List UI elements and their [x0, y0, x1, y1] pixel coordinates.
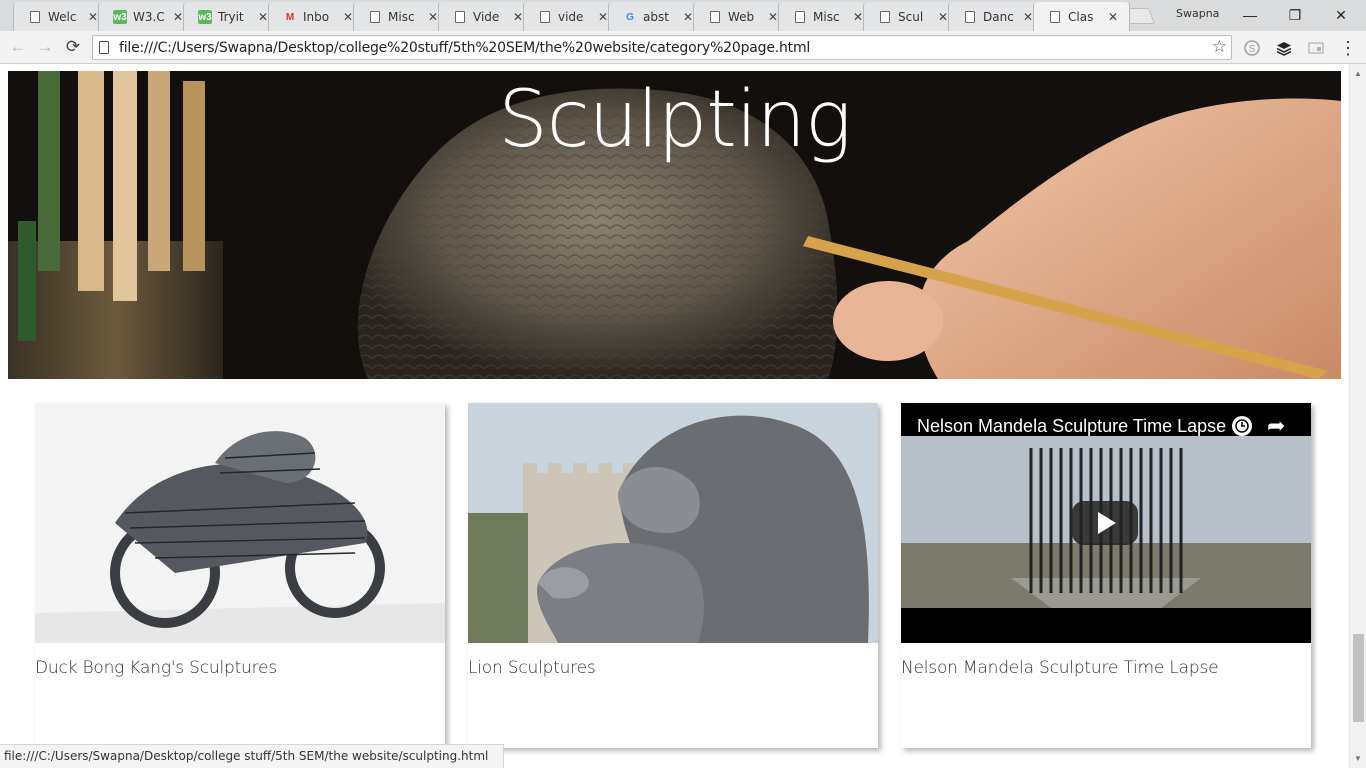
motorcycle-sculpture-image[interactable]	[35, 403, 445, 643]
page-icon	[99, 41, 109, 54]
page-icon	[28, 10, 42, 24]
tab-close-icon[interactable]: ✕	[1106, 10, 1120, 24]
tab-12[interactable]: Danc ✕	[948, 2, 1045, 31]
tab-13[interactable]: Clas ✕	[1033, 2, 1130, 31]
bookmark-star-icon[interactable]: ☆	[1212, 37, 1227, 57]
page-icon	[793, 10, 807, 24]
tab-6[interactable]: Vide ✕	[438, 2, 535, 31]
page-scrollbar[interactable]: ▲ ▼	[1349, 64, 1366, 768]
tab-8[interactable]: Gabst ✕	[608, 2, 705, 31]
watch-later-icon[interactable]	[1232, 416, 1252, 436]
tab-title: Inbo	[303, 10, 330, 24]
scroll-up-arrow-icon[interactable]: ▲	[1354, 69, 1362, 78]
page-icon	[963, 10, 977, 24]
browser-toolbar: ← → ⟳ file:///C:/Users/Swapna/Desktop/co…	[0, 31, 1366, 64]
page-icon	[878, 10, 892, 24]
cast-icon[interactable]	[1306, 38, 1326, 58]
scroll-down-arrow-icon[interactable]: ▼	[1354, 754, 1362, 763]
card-lion-sculptures[interactable]: Lion Sculptures	[468, 403, 878, 748]
w3schools-icon: w3	[113, 10, 127, 24]
play-button[interactable]	[1072, 501, 1138, 545]
reload-button[interactable]: ⟳	[61, 36, 85, 58]
menu-icon[interactable]: ⋮	[1338, 38, 1358, 58]
skype-icon[interactable]: S	[1242, 38, 1262, 58]
share-icon[interactable]: ➦	[1267, 413, 1285, 439]
tab-3[interactable]: w3 Tryit ✕	[183, 2, 280, 31]
play-icon	[1098, 512, 1116, 534]
w3schools-icon: w3	[198, 10, 212, 24]
tab-title: Clas	[1068, 10, 1094, 24]
card-duck-bong-kang[interactable]: Duck Bong Kang's Sculptures	[35, 403, 445, 748]
minimize-button[interactable]: —	[1227, 0, 1273, 30]
page-viewport: Sculpting Duck Bong Kang's Sculptures Li…	[0, 64, 1349, 768]
tab-title: Misc	[813, 10, 840, 24]
video-title[interactable]: Nelson Mandela Sculpture Time Lapse	[917, 416, 1226, 437]
restore-button[interactable]: ❐	[1272, 0, 1318, 30]
url-text[interactable]: file:///C:/Users/Swapna/Desktop/college%…	[119, 40, 810, 56]
tab-10[interactable]: Misc ✕	[778, 2, 875, 31]
layers-icon[interactable]	[1274, 38, 1294, 58]
page-icon	[538, 10, 552, 24]
tab-title: Vide	[473, 10, 500, 24]
page-icon	[368, 10, 382, 24]
tab-title: abst	[643, 10, 669, 24]
page-icon	[453, 10, 467, 24]
card-nelson-mandela-video[interactable]: Nelson Mandela Sculpture Time Lapse ➦ Ne…	[901, 403, 1311, 748]
lion-sculpture-image[interactable]	[468, 403, 878, 643]
tab-title: Misc	[388, 10, 415, 24]
page-icon	[1048, 10, 1062, 24]
video-player[interactable]: Nelson Mandela Sculpture Time Lapse ➦	[901, 403, 1311, 643]
status-bubble: file:///C:/Users/Swapna/Desktop/college …	[0, 744, 505, 768]
profile-name[interactable]: Swapna	[1176, 7, 1219, 20]
forward-button[interactable]: →	[33, 36, 57, 58]
card-caption[interactable]: Lion Sculptures	[468, 658, 596, 678]
gmail-icon: M	[285, 11, 295, 23]
tab-title: W3.C	[133, 10, 165, 24]
tab-4[interactable]: M Inbo ✕	[268, 2, 365, 31]
hero-banner: Sculpting	[8, 71, 1341, 379]
tab-title: Scul	[898, 10, 924, 24]
page-icon	[708, 10, 722, 24]
tab-title: Web	[728, 10, 755, 24]
scrollbar-thumb[interactable]	[1353, 634, 1364, 722]
tab-1[interactable]: Welc ✕	[13, 2, 110, 31]
tab-strip: Welc ✕ w3 W3.C ✕ w3 Tryit ✕ M Inbo ✕ Misc ✕ Vide ✕ vide…	[0, 0, 1366, 31]
card-caption[interactable]: Nelson Mandela Sculpture Time Lapse	[901, 658, 1219, 678]
hero-title: Sculpting	[498, 75, 852, 165]
tab-5[interactable]: Misc ✕	[353, 2, 450, 31]
card-caption[interactable]: Duck Bong Kang's Sculptures	[35, 658, 277, 678]
google-icon: G	[626, 11, 634, 23]
svg-text:S: S	[1249, 44, 1256, 55]
address-bar[interactable]: file:///C:/Users/Swapna/Desktop/college%…	[92, 35, 1232, 60]
back-button[interactable]: ←	[6, 36, 30, 58]
tab-title: Tryit	[218, 10, 244, 24]
tab-7[interactable]: vide ✕	[523, 2, 620, 31]
tab-title: Danc	[983, 10, 1014, 24]
close-window-button[interactable]: ✕	[1318, 0, 1364, 30]
tab-title: vide	[558, 10, 584, 24]
tab-9[interactable]: Web ✕	[693, 2, 790, 31]
tab-title: Welc	[48, 10, 77, 24]
tab-2[interactable]: w3 W3.C ✕	[98, 2, 195, 31]
tab-11[interactable]: Scul ✕	[863, 2, 960, 31]
